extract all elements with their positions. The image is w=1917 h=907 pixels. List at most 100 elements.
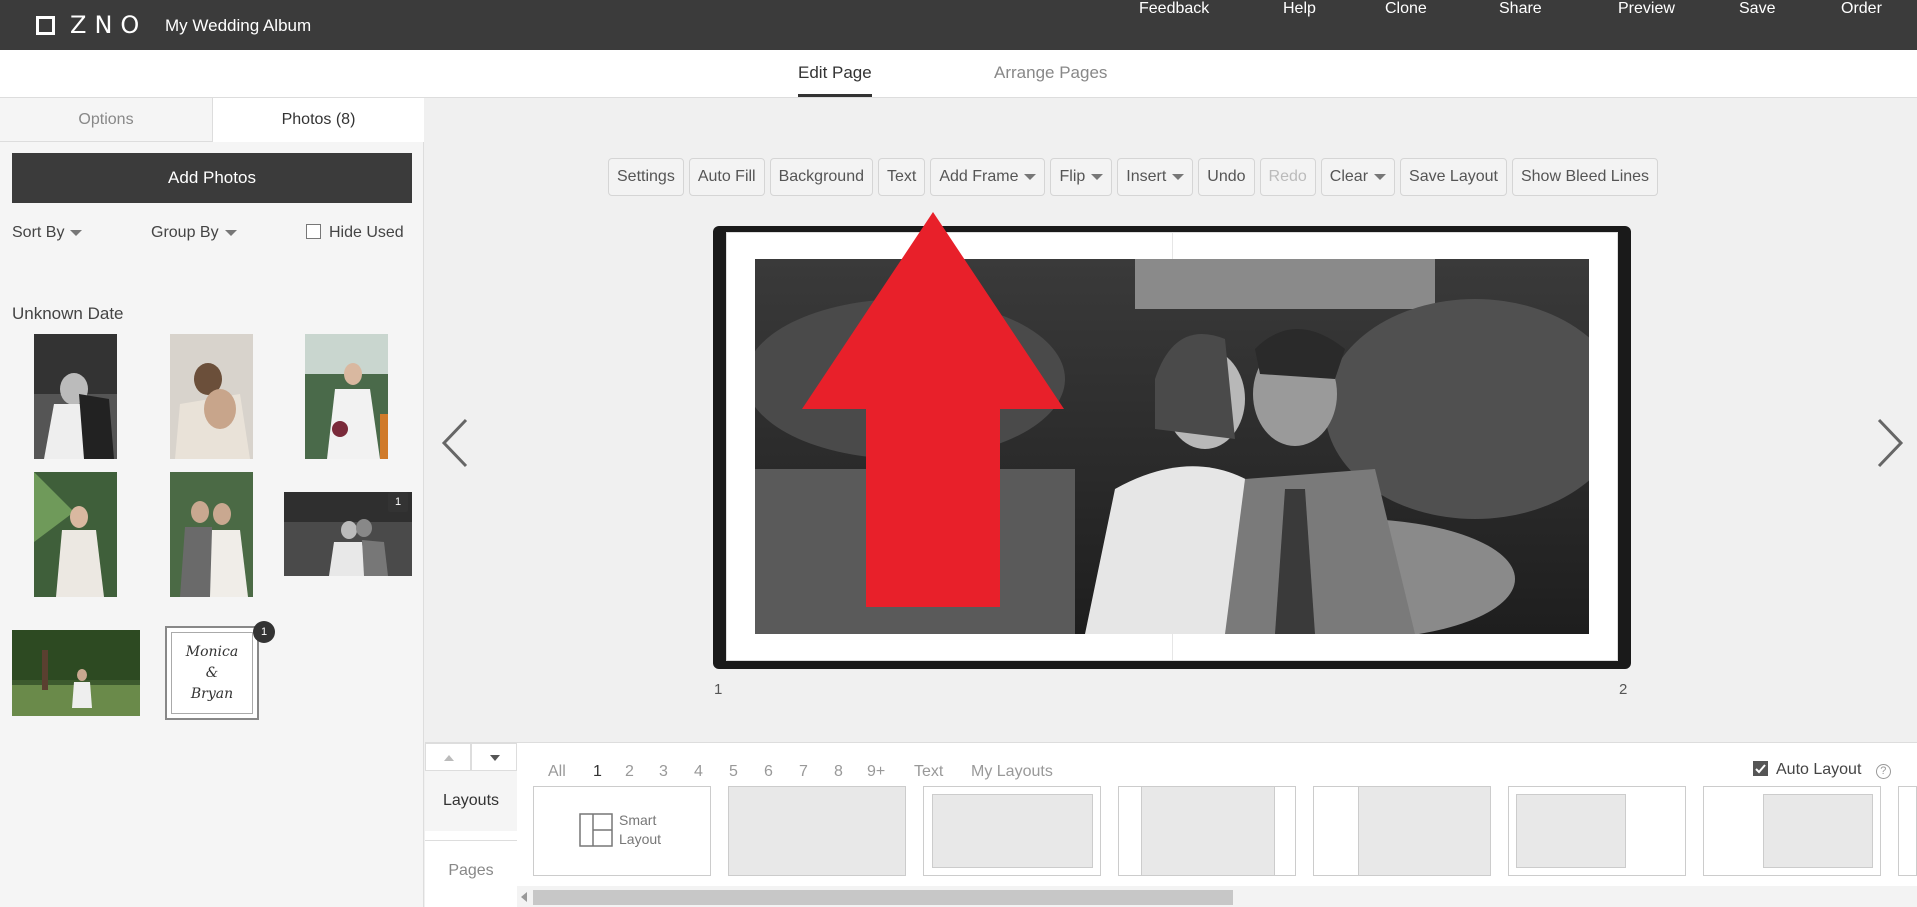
left-panel-tabs: Options Photos (8) bbox=[0, 98, 424, 142]
save-layout-button[interactable]: Save Layout bbox=[1400, 158, 1507, 196]
layout-card-partial[interactable] bbox=[1898, 786, 1917, 876]
filter-4[interactable]: 4 bbox=[694, 763, 703, 781]
filter-9-plus[interactable]: 9+ bbox=[867, 763, 885, 781]
photo-bride-garden-icon bbox=[305, 334, 388, 459]
photo-thumbnail[interactable] bbox=[12, 630, 140, 716]
layouts-panel: Layouts Pages All 1 2 3 4 5 6 7 8 9+ Tex… bbox=[425, 742, 1917, 907]
photo-tree-field-icon bbox=[12, 630, 140, 716]
check-icon bbox=[1755, 764, 1766, 774]
photo-thumbnail[interactable] bbox=[170, 472, 253, 597]
share-link[interactable]: Share bbox=[1499, 0, 1542, 18]
undo-button[interactable]: Undo bbox=[1198, 158, 1255, 196]
photos-panel: Options Photos (8) Add Photos Sort By Gr… bbox=[0, 98, 424, 907]
annotation-arrow-up-icon bbox=[802, 212, 1064, 607]
add-photos-button[interactable]: Add Photos bbox=[12, 153, 412, 203]
photo-embrace-icon bbox=[170, 334, 253, 459]
photo-couple-palms-icon bbox=[170, 472, 253, 597]
filter-1[interactable]: 1 bbox=[593, 763, 602, 781]
photo-thumbnail[interactable] bbox=[305, 334, 388, 459]
layout-card-bordered[interactable] bbox=[923, 786, 1101, 876]
help-icon[interactable]: ? bbox=[1875, 764, 1891, 779]
monogram-text: Monica & Bryan bbox=[167, 642, 257, 705]
filter-6[interactable]: 6 bbox=[764, 763, 773, 781]
auto-layout-checkbox[interactable] bbox=[1753, 761, 1768, 776]
auto-layout-toggle[interactable]: Auto Layout ? bbox=[1753, 761, 1891, 779]
tab-options[interactable]: Options bbox=[0, 98, 212, 142]
flip-label: Flip bbox=[1059, 168, 1086, 185]
show-bleed-lines-button[interactable]: Show Bleed Lines bbox=[1511, 158, 1659, 196]
chevron-down-icon bbox=[70, 229, 83, 236]
filter-7[interactable]: 7 bbox=[799, 763, 808, 781]
date-group-label: Unknown Date bbox=[12, 304, 124, 323]
layout-card-left-inset[interactable] bbox=[1508, 786, 1686, 876]
album-title[interactable]: My Wedding Album bbox=[165, 16, 311, 36]
smart-layout-icon bbox=[579, 813, 613, 847]
group-by-label: Group By bbox=[151, 224, 219, 241]
layout-card-centered[interactable] bbox=[1118, 786, 1296, 876]
layout-card-smart[interactable]: Smart Layout bbox=[533, 786, 711, 876]
zno-logo-icon bbox=[36, 16, 55, 35]
chevron-down-icon bbox=[1172, 173, 1185, 180]
save-link[interactable]: Save bbox=[1739, 0, 1775, 18]
layout-card-full-bleed[interactable] bbox=[728, 786, 906, 876]
order-link[interactable]: Order bbox=[1841, 0, 1882, 18]
filter-2[interactable]: 2 bbox=[625, 763, 634, 781]
caret-up-icon bbox=[444, 755, 454, 761]
insert-label: Insert bbox=[1126, 168, 1167, 185]
tab-edit-page[interactable]: Edit Page bbox=[798, 63, 872, 97]
photo-thumbnail[interactable] bbox=[170, 334, 253, 459]
insert-dropdown[interactable]: Insert bbox=[1117, 158, 1194, 196]
filter-all[interactable]: All bbox=[548, 763, 566, 781]
text-button[interactable]: Text bbox=[878, 158, 926, 196]
scroll-left-icon[interactable] bbox=[519, 891, 529, 903]
tab-layouts[interactable]: Layouts bbox=[425, 771, 517, 831]
layout-card-right-inset[interactable] bbox=[1703, 786, 1881, 876]
collapse-down-button[interactable] bbox=[471, 743, 517, 771]
photo-thumbnail[interactable] bbox=[34, 472, 117, 597]
page-mode-tabs: Edit Page Arrange Pages bbox=[0, 50, 1917, 98]
sort-by-dropdown[interactable]: Sort By bbox=[12, 224, 83, 242]
layouts-scrollbar[interactable] bbox=[517, 886, 1917, 907]
filter-8[interactable]: 8 bbox=[834, 763, 843, 781]
preview-link[interactable]: Preview bbox=[1618, 0, 1675, 18]
scrollbar-thumb[interactable] bbox=[533, 890, 1233, 905]
next-page-icon[interactable] bbox=[1875, 418, 1905, 468]
photo-bride-palms-icon bbox=[34, 472, 117, 597]
top-bar: ZNO My Wedding Album Feedback Help Clone… bbox=[0, 0, 1917, 50]
hide-used-checkbox[interactable] bbox=[306, 224, 321, 239]
photo-couple-bw-icon bbox=[34, 334, 117, 459]
auto-layout-label: Auto Layout bbox=[1776, 761, 1862, 778]
add-frame-dropdown[interactable]: Add Frame bbox=[930, 158, 1046, 196]
layout-card-right[interactable] bbox=[1313, 786, 1491, 876]
used-count-badge: 1 bbox=[388, 492, 408, 512]
smart-layout-label-line1: Smart bbox=[619, 812, 657, 828]
filter-5[interactable]: 5 bbox=[729, 763, 738, 781]
tab-arrange-pages[interactable]: Arrange Pages bbox=[994, 63, 1107, 83]
filter-3[interactable]: 3 bbox=[659, 763, 668, 781]
auto-fill-button[interactable]: Auto Fill bbox=[688, 158, 765, 196]
background-button[interactable]: Background bbox=[769, 158, 873, 196]
monogram-thumbnail-used[interactable]: Monica & Bryan bbox=[165, 626, 259, 720]
collapse-up-button[interactable] bbox=[425, 743, 471, 771]
photo-thumbnail-used[interactable]: 1 bbox=[284, 492, 412, 576]
chevron-down-icon bbox=[224, 229, 237, 236]
group-by-dropdown[interactable]: Group By bbox=[151, 224, 237, 242]
previous-page-icon[interactable] bbox=[440, 418, 470, 468]
filter-my-layouts[interactable]: My Layouts bbox=[971, 763, 1053, 781]
feedback-link[interactable]: Feedback bbox=[1139, 0, 1209, 18]
left-page-number: 1 bbox=[714, 681, 723, 698]
flip-dropdown[interactable]: Flip bbox=[1050, 158, 1113, 196]
add-frame-label: Add Frame bbox=[939, 168, 1019, 185]
redo-button[interactable]: Redo bbox=[1259, 158, 1316, 196]
filter-text[interactable]: Text bbox=[914, 763, 943, 781]
clone-link[interactable]: Clone bbox=[1385, 0, 1427, 18]
settings-button[interactable]: Settings bbox=[608, 158, 684, 196]
tab-photos[interactable]: Photos (8) bbox=[212, 98, 424, 142]
tab-pages[interactable]: Pages bbox=[425, 840, 517, 900]
clear-dropdown[interactable]: Clear bbox=[1320, 158, 1396, 196]
help-link[interactable]: Help bbox=[1283, 0, 1316, 18]
caret-down-icon bbox=[490, 755, 500, 761]
photo-thumbnail[interactable] bbox=[34, 334, 117, 459]
right-page-number: 2 bbox=[1619, 681, 1628, 698]
hide-used-toggle[interactable]: Hide Used bbox=[306, 224, 404, 242]
